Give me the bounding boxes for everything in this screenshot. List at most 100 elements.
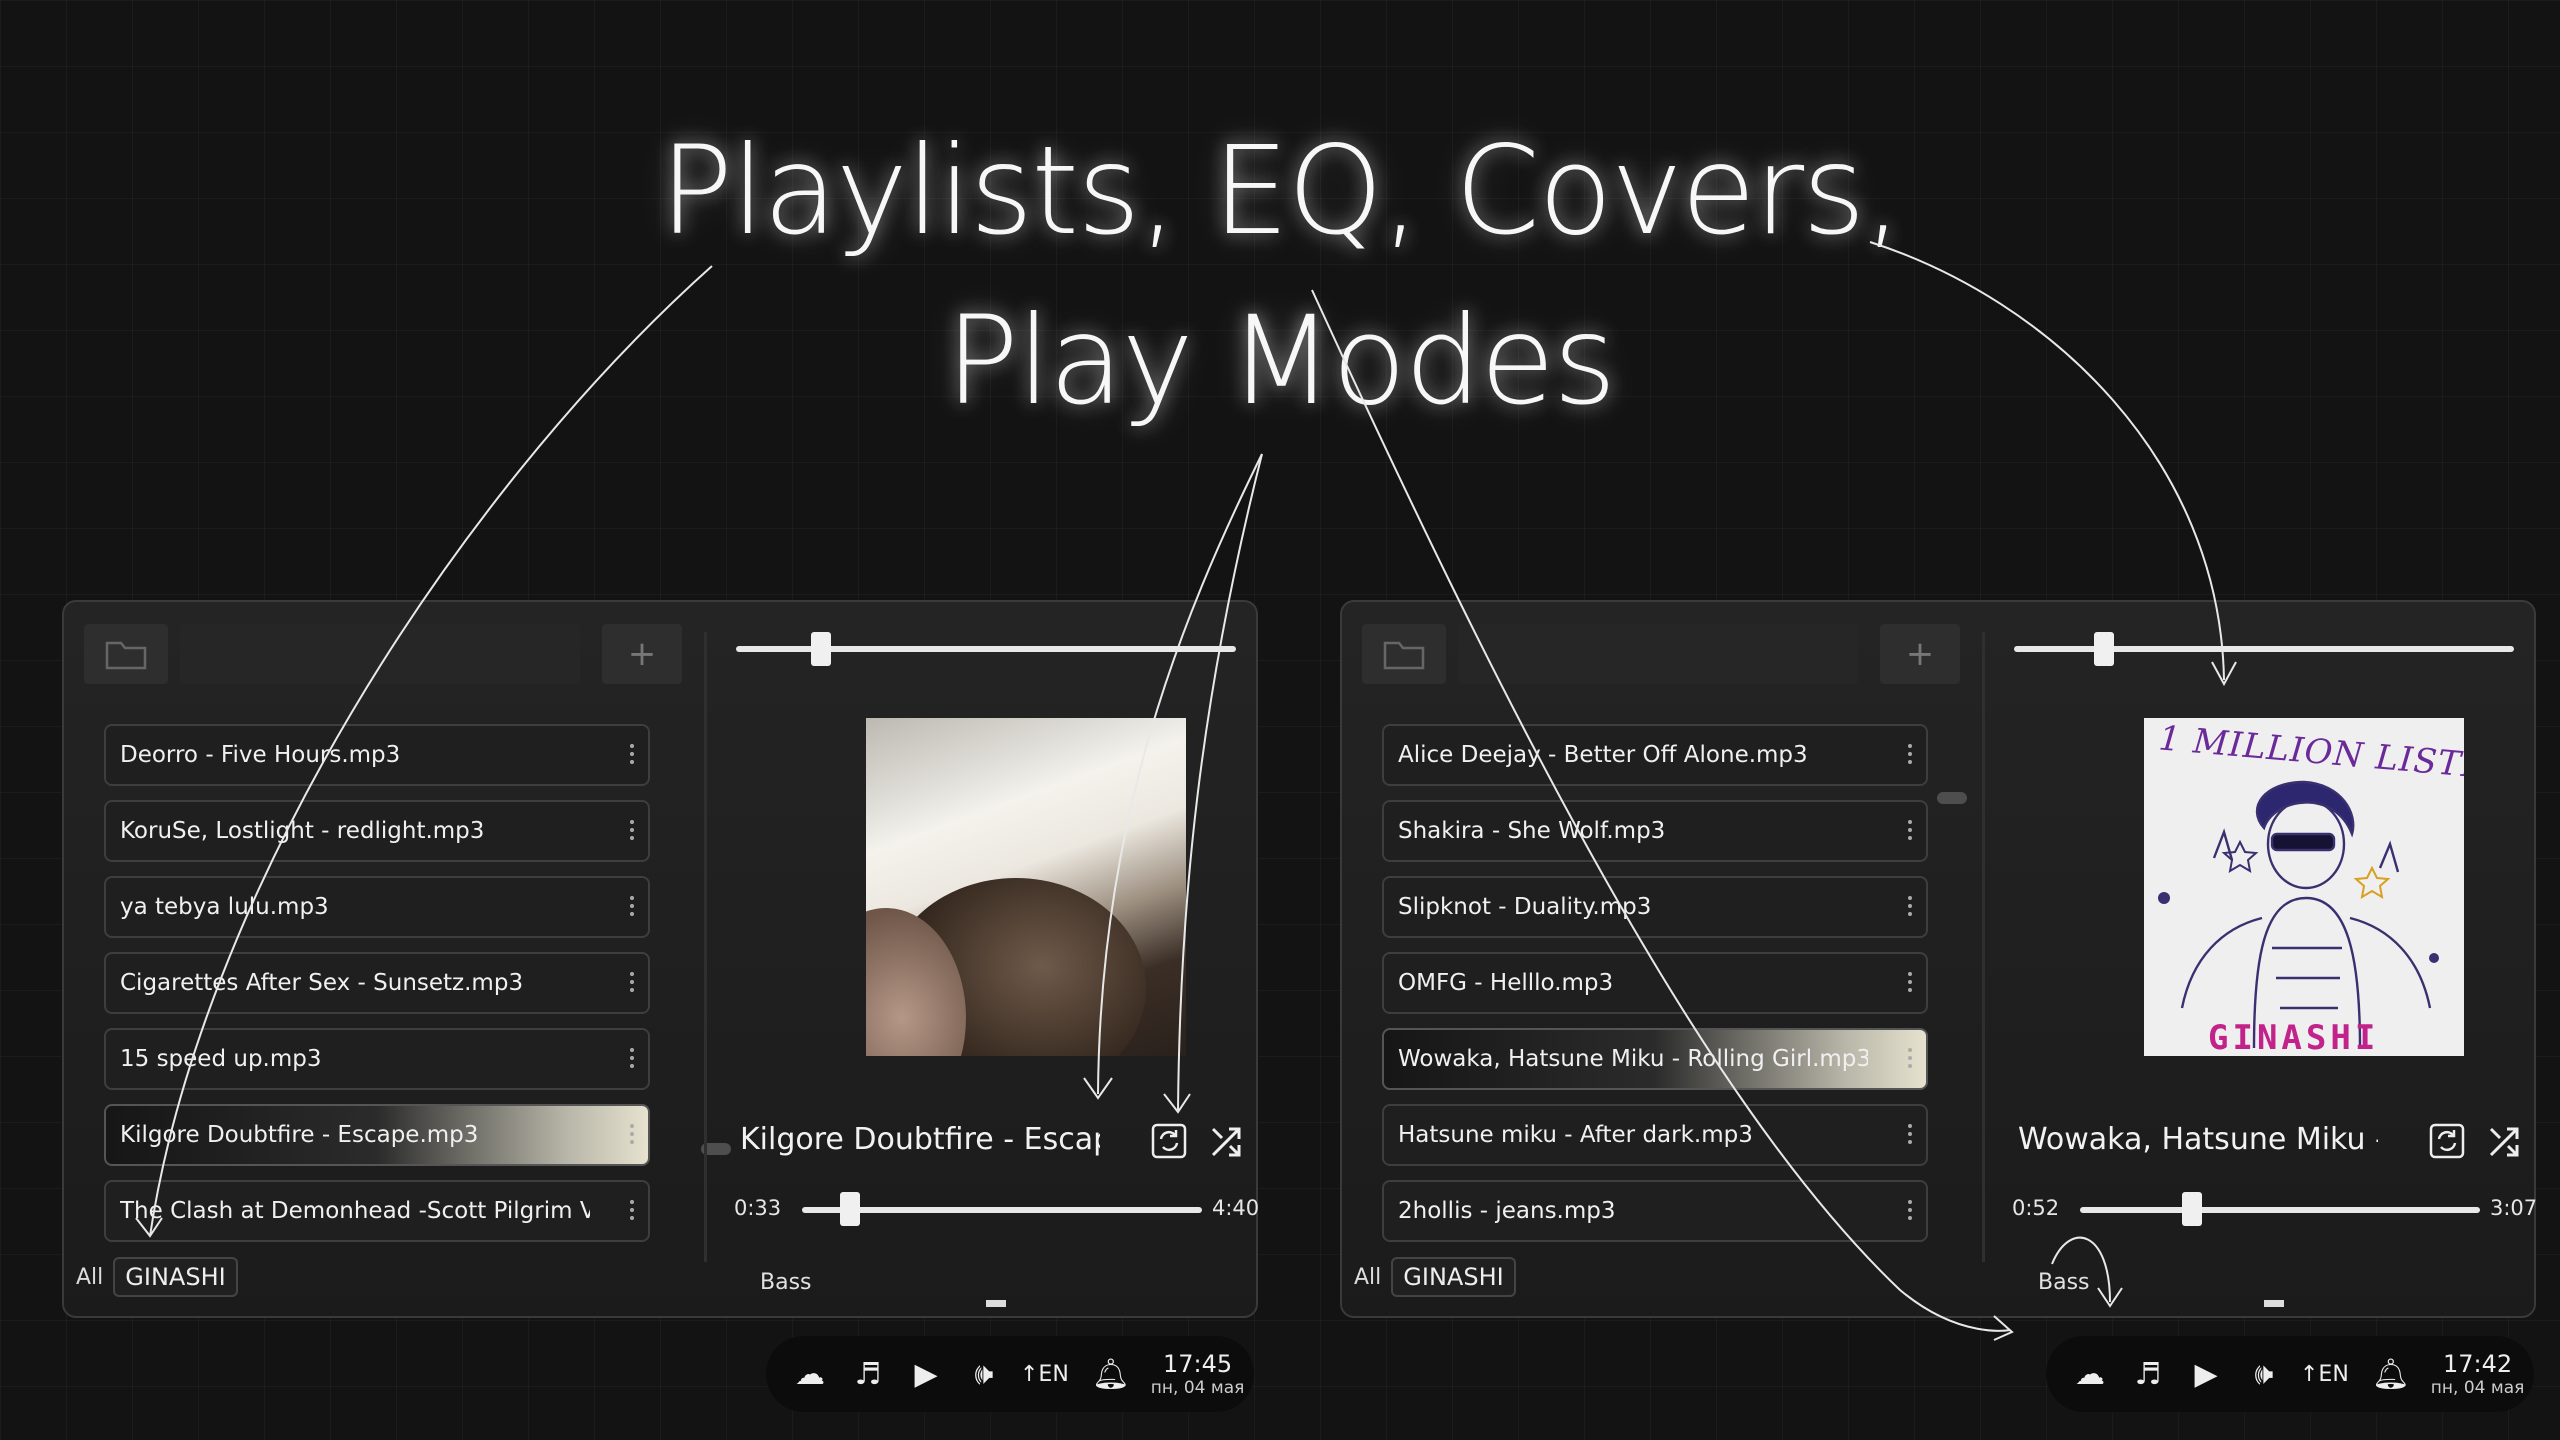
language-indicator[interactable]: ↑EN [2300,1362,2349,1387]
repeat-icon [1151,1123,1187,1159]
eq-slider[interactable] [986,1300,1006,1307]
add-playlist-button[interactable]: + [602,624,682,684]
now-playing-title: Kilgore Doubtfire - Escape [740,1122,1100,1157]
kebab-menu-icon[interactable] [630,1048,634,1072]
playlist-name-field[interactable] [1458,624,1858,684]
tab-playlist[interactable]: GINASHI [113,1257,238,1297]
play-icon[interactable]: ▶ [2184,1354,2228,1394]
add-playlist-button[interactable]: + [1880,624,1960,684]
progress-slider[interactable] [802,1207,1202,1213]
track-item[interactable]: Slipknot - Duality.mp3 [1382,876,1928,938]
repeat-mode-button[interactable] [2428,1122,2466,1160]
track-item[interactable]: Alice Deejay - Better Off Alone.mp3 [1382,724,1928,786]
track-name: Deorro - Five Hours.mp3 [120,742,401,768]
track-list[interactable]: Alice Deejay - Better Off Alone.mp3 Shaki… [1382,724,1928,1254]
track-name: Shakira - She Wolf.mp3 [1398,818,1666,844]
eq-band-label: Bass [2038,1270,2090,1295]
open-folder-button[interactable] [1362,624,1446,684]
kebab-menu-icon[interactable] [1908,744,1912,768]
progress-slider-thumb[interactable] [2182,1192,2202,1226]
clock-time: 17:42 [2442,1350,2513,1378]
track-name: 2hollis - jeans.mp3 [1398,1198,1616,1224]
cloud-icon[interactable]: ☁ [2068,1354,2112,1394]
kebab-menu-icon[interactable] [630,1124,634,1148]
volume-slider-thumb[interactable] [2094,632,2114,666]
scrollbar-thumb[interactable] [1937,792,1967,804]
kebab-menu-icon[interactable] [630,1200,634,1224]
track-name: Slipknot - Duality.mp3 [1398,894,1652,920]
music-note-icon[interactable]: ♬ [846,1354,890,1394]
track-name: Wowaka, Hatsune Miku - Rolling Girl.mp3 [1398,1046,1868,1072]
track-name: Hatsune miku - After dark.mp3 [1398,1122,1753,1148]
track-list[interactable]: Deorro - Five Hours.mp3 KoruSe, Lostlight… [104,724,650,1254]
album-cover [866,718,1186,1056]
headline-line-2: Play Modes [945,290,1616,432]
kebab-menu-icon[interactable] [1908,896,1912,920]
shuffle-button[interactable] [1208,1124,1244,1160]
shuffle-button[interactable] [2486,1124,2522,1160]
track-name: OMFG - Helllo.mp3 [1398,970,1614,996]
track-item[interactable]: OMFG - Helllo.mp3 [1382,952,1928,1014]
elapsed-time: 0:33 [734,1196,782,1220]
play-icon[interactable]: ▶ [904,1354,948,1394]
kebab-menu-icon[interactable] [630,820,634,844]
kebab-menu-icon[interactable] [1908,1124,1912,1148]
duration-time: 3:07 [2490,1196,2538,1220]
player-window-left: + Deorro - Five Hours.mp3 KoruSe, Lostlig… [62,600,1259,1318]
cloud-icon[interactable]: ☁ [788,1354,832,1394]
progress-slider-thumb[interactable] [840,1192,860,1226]
eq-slider[interactable] [2264,1300,2284,1307]
playlist-tabs: All GINASHI [76,1257,238,1297]
kebab-menu-icon[interactable] [1908,1048,1912,1072]
playlist-tabs: All GINASHI [1354,1257,1516,1297]
taskbar-tray-right: ☁ ♬ ▶ 🕪 ↑EN 🔔︎ 17:42 пн, 04 мая [2046,1336,2534,1412]
repeat-mode-button[interactable] [1150,1122,1188,1160]
tab-playlist[interactable]: GINASHI [1391,1257,1516,1297]
track-item[interactable]: KoruSe, Lostlight - redlight.mp3 [104,800,650,862]
kebab-menu-icon[interactable] [630,896,634,920]
track-item[interactable]: Hatsune miku - After dark.mp3 [1382,1104,1928,1166]
player-window-right: + Alice Deejay - Better Off Alone.mp3 Sha… [1340,600,2538,1318]
kebab-menu-icon[interactable] [1908,820,1912,844]
track-item[interactable]: 2hollis - jeans.mp3 [1382,1180,1928,1242]
volume-slider-thumb[interactable] [811,632,831,666]
cover-signature: GINASHI [2208,1018,2380,1056]
tab-all[interactable]: All [76,1265,103,1290]
kebab-menu-icon[interactable] [1908,972,1912,996]
track-item[interactable]: Shakira - She Wolf.mp3 [1382,800,1928,862]
open-folder-button[interactable] [84,624,168,684]
volume-icon[interactable]: 🕪 [2242,1354,2286,1394]
track-name: Cigarettes After Sex - Sunsetz.mp3 [120,970,524,996]
kebab-menu-icon[interactable] [630,744,634,768]
album-cover: 1 MILLION LISTENERS! GINASHI [2144,718,2464,1056]
track-item[interactable]: ya tebya lulu.mp3 [104,876,650,938]
playlist-name-field[interactable] [180,624,580,684]
track-item[interactable]: Cigarettes After Sex - Sunsetz.mp3 [104,952,650,1014]
track-item[interactable]: Deorro - Five Hours.mp3 [104,724,650,786]
track-item[interactable]: 15 speed up.mp3 [104,1028,650,1090]
volume-slider[interactable] [2014,646,2514,652]
tab-all[interactable]: All [1354,1265,1381,1290]
kebab-menu-icon[interactable] [1908,1200,1912,1224]
clock[interactable]: 17:45 пн, 04 мая [1151,1350,1245,1398]
track-item[interactable]: The Clash at Demonhead -Scott Pilgrim Vs… [104,1180,650,1242]
panel-divider [1982,632,1985,1262]
track-name: Alice Deejay - Better Off Alone.mp3 [1398,742,1808,768]
track-item[interactable]: Kilgore Doubtfire - Escape.mp3 [104,1104,650,1166]
folder-icon [105,641,147,670]
clock-date: пн, 04 мая [1150,1378,1245,1398]
track-name: ya tebya lulu.mp3 [120,894,329,920]
plus-icon: + [1905,634,1935,674]
bell-icon[interactable]: 🔔︎ [2369,1354,2413,1394]
taskbar-tray-left: ☁ ♬ ▶ 🕪 ↑EN 🔔︎ 17:45 пн, 04 мая [766,1336,1254,1412]
track-item[interactable]: Wowaka, Hatsune Miku - Rolling Girl.mp3 [1382,1028,1928,1090]
volume-icon[interactable]: 🕪 [962,1354,1006,1394]
progress-slider[interactable] [2080,1207,2480,1213]
clock[interactable]: 17:42 пн, 04 мая [2431,1350,2525,1398]
panel-divider [704,632,707,1262]
music-note-icon[interactable]: ♬ [2126,1354,2170,1394]
language-indicator[interactable]: ↑EN [1020,1362,1069,1387]
bell-icon[interactable]: 🔔︎ [1089,1354,1133,1394]
kebab-menu-icon[interactable] [630,972,634,996]
repeat-icon [2429,1123,2465,1159]
